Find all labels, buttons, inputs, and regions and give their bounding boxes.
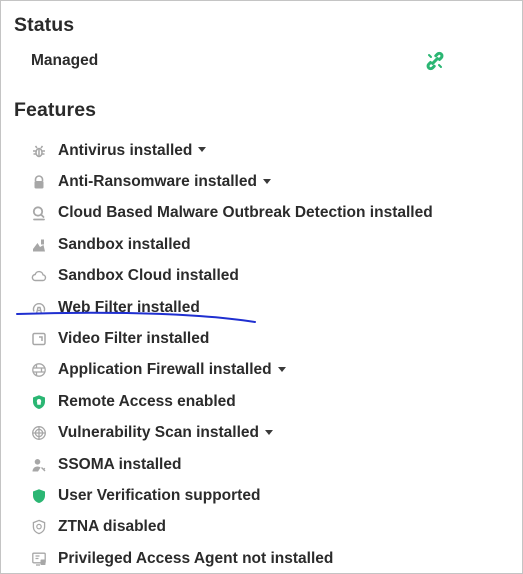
feature-label: Privileged Access Agent not installed	[58, 549, 334, 567]
feature-label: Sandbox installed	[58, 235, 191, 253]
status-managed-label: Managed	[31, 52, 99, 69]
feature-web-filter[interactable]: Web Filter installed	[30, 292, 433, 323]
feature-cloud-malware-detection[interactable]: Cloud Based Malware Outbreak Detection i…	[30, 198, 433, 229]
feature-label: Anti-Ransomware installed	[58, 173, 257, 191]
chevron-down-icon[interactable]	[265, 429, 273, 435]
feature-sandbox[interactable]: Sandbox installed	[30, 229, 433, 260]
magnifier-icon	[30, 204, 48, 222]
video-filter-icon	[30, 330, 48, 348]
feature-label: Antivirus installed	[58, 141, 193, 159]
feature-label: User Verification supported	[58, 486, 261, 504]
firewall-icon	[30, 361, 48, 379]
features-heading: Features	[14, 99, 97, 121]
lock-icon	[30, 173, 48, 191]
web-filter-icon	[30, 299, 48, 317]
link-connected-icon	[425, 51, 445, 71]
chevron-down-icon[interactable]	[198, 147, 207, 153]
privileged-access-icon	[30, 550, 48, 568]
feature-label: Remote Access enabled	[58, 392, 236, 410]
endpoint-details-panel: Status Managed Features Antivirus instal…	[0, 0, 523, 574]
chevron-down-icon[interactable]	[277, 366, 286, 372]
feature-antivirus[interactable]: Antivirus installed	[30, 135, 433, 166]
feature-user-verification[interactable]: User Verification supported	[30, 480, 433, 511]
sandbox-icon	[30, 236, 48, 254]
radar-icon	[30, 424, 48, 442]
feature-application-firewall[interactable]: Application Firewall installed	[30, 355, 433, 386]
feature-ssoma[interactable]: SSOMA installed	[30, 449, 433, 480]
feature-label: Video Filter installed	[58, 330, 210, 348]
feature-ztna[interactable]: ZTNA disabled	[30, 512, 433, 543]
shield-lock-icon	[30, 393, 48, 411]
feature-label: SSOMA installed	[58, 455, 182, 473]
feature-vulnerability-scan[interactable]: Vulnerability Scan installed	[30, 418, 433, 449]
feature-anti-ransomware[interactable]: Anti-Ransomware installed	[30, 166, 433, 197]
ztna-shield-icon	[30, 518, 48, 536]
user-key-icon	[30, 456, 48, 474]
feature-label: Cloud Based Malware Outbreak Detection i…	[58, 204, 433, 222]
feature-remote-access[interactable]: Remote Access enabled	[30, 386, 433, 417]
shield-icon	[30, 487, 48, 505]
status-managed-row: Managed	[31, 51, 451, 73]
feature-label: Application Firewall installed	[58, 361, 272, 379]
feature-sandbox-cloud[interactable]: Sandbox Cloud installed	[30, 261, 433, 292]
feature-privileged-access-agent[interactable]: Privileged Access Agent not installed	[30, 543, 433, 573]
bug-icon	[30, 142, 48, 160]
feature-label: Vulnerability Scan installed	[58, 424, 259, 442]
cloud-icon	[30, 267, 48, 285]
features-list: Antivirus installed Anti-Ransomware inst…	[30, 135, 433, 573]
feature-label: Sandbox Cloud installed	[58, 267, 239, 285]
feature-label: Web Filter installed	[58, 298, 200, 316]
feature-label: ZTNA disabled	[58, 518, 166, 536]
feature-video-filter[interactable]: Video Filter installed	[30, 323, 433, 354]
status-heading: Status	[14, 14, 75, 36]
chevron-down-icon[interactable]	[262, 178, 271, 184]
